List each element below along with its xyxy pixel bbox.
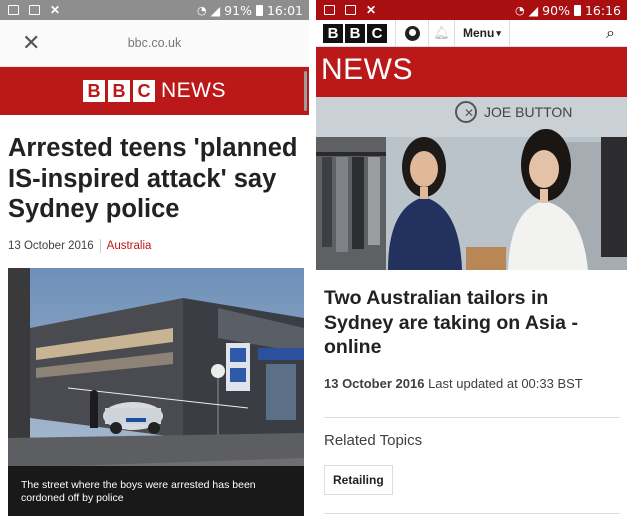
menu-label: Menu — [463, 26, 495, 40]
image-icon — [29, 5, 40, 15]
right-screenshot: ✕ ◔ ◢ 90% 16:16 B B C 🔔︎ Menu ▾ ⌕ NEWS ✕… — [316, 0, 627, 516]
chevron-down-icon: ▾ — [496, 27, 501, 38]
status-bar: ✕ ◔ ◢ 91% 16:01 — [0, 0, 309, 20]
clock: 16:01 — [266, 2, 303, 18]
gallery-icon — [8, 5, 19, 15]
url-text[interactable]: bbc.co.uk — [0, 36, 309, 50]
bbc-logo-letter: B — [345, 23, 365, 43]
bbc-logo-letter: B — [83, 80, 105, 102]
last-updated: Last updated at 00:33 BST — [428, 375, 583, 391]
bbc-logo[interactable]: B B C — [323, 23, 387, 43]
bbc-logo-letter: B — [323, 23, 343, 43]
related-topics-heading: Related Topics — [324, 432, 423, 449]
left-screenshot: ✕ ◔ ◢ 91% 16:01 ✕ bbc.co.uk B B C NEWS A… — [0, 0, 309, 516]
panel-divider — [309, 0, 316, 516]
article-photo: The street where the boys were arrested … — [8, 268, 304, 516]
article-date: 13 October 2016 — [8, 239, 94, 252]
article-headline: Arrested teens 'planned IS-inspired atta… — [8, 134, 298, 223]
signal-icon: ◢ — [210, 2, 221, 18]
battery-percent: 90% — [542, 2, 570, 18]
account-button[interactable] — [396, 25, 428, 41]
signal-icon: ◢ — [528, 2, 539, 18]
article-date: 13 October 2016 — [324, 375, 425, 391]
wifi-icon: ◔ — [514, 3, 525, 17]
divider-line — [324, 513, 620, 514]
article-meta: 13 October 2016 Last updated at 00:33 BS… — [316, 360, 627, 391]
battery-icon — [573, 4, 581, 16]
photo-caption: The street where the boys were arrested … — [8, 466, 304, 516]
nav-divider — [508, 19, 510, 47]
category-link[interactable]: Australia — [107, 240, 152, 252]
status-bar: ✕ ◔ ◢ 90% 16:16 — [316, 0, 627, 20]
svg-text:✕: ✕ — [464, 106, 474, 120]
news-banner[interactable]: NEWS — [316, 47, 627, 97]
sign-text: JOE BUTTON — [484, 104, 572, 120]
account-icon — [404, 25, 420, 41]
wifi-icon: ◔ — [196, 3, 207, 17]
article-photo: ✕ JOE BUTTON — [316, 97, 627, 270]
divider-line — [324, 417, 620, 418]
bbc-top-nav: B B C 🔔︎ Menu ▾ ⌕ — [316, 19, 627, 47]
bbc-logo-letter: C — [133, 80, 155, 102]
bbc-news-header[interactable]: B B C NEWS — [0, 67, 309, 115]
image-icon — [345, 5, 356, 15]
topic-tag-retailing[interactable]: Retailing — [324, 465, 393, 495]
menu-button[interactable]: Menu ▾ — [455, 26, 509, 40]
browser-url-bar: ✕ bbc.co.uk — [0, 20, 309, 67]
battery-percent: 91% — [224, 2, 252, 18]
search-icon[interactable]: ⌕ — [606, 23, 615, 43]
close-icon[interactable]: ✕ — [22, 31, 40, 56]
bbc-logo: B B C — [83, 80, 155, 102]
missed-call-icon: ✕ — [50, 3, 61, 17]
article-meta: 13 October 2016 Australia — [8, 238, 301, 253]
clock: 16:16 — [584, 2, 621, 18]
bbc-logo-letter: B — [108, 80, 130, 102]
notification-bell-icon[interactable]: 🔔︎ — [429, 26, 454, 41]
meta-divider — [99, 238, 101, 253]
bbc-logo-letter: C — [367, 23, 387, 43]
article-headline: Two Australian tailors in Sydney are tak… — [324, 287, 578, 358]
battery-icon — [255, 4, 263, 16]
missed-call-icon: ✕ — [366, 3, 377, 17]
news-logo-word: NEWS — [161, 79, 226, 102]
tailors-interview-image: ✕ JOE BUTTON — [316, 97, 627, 270]
scrollbar[interactable] — [304, 71, 307, 111]
gallery-icon — [324, 5, 335, 15]
